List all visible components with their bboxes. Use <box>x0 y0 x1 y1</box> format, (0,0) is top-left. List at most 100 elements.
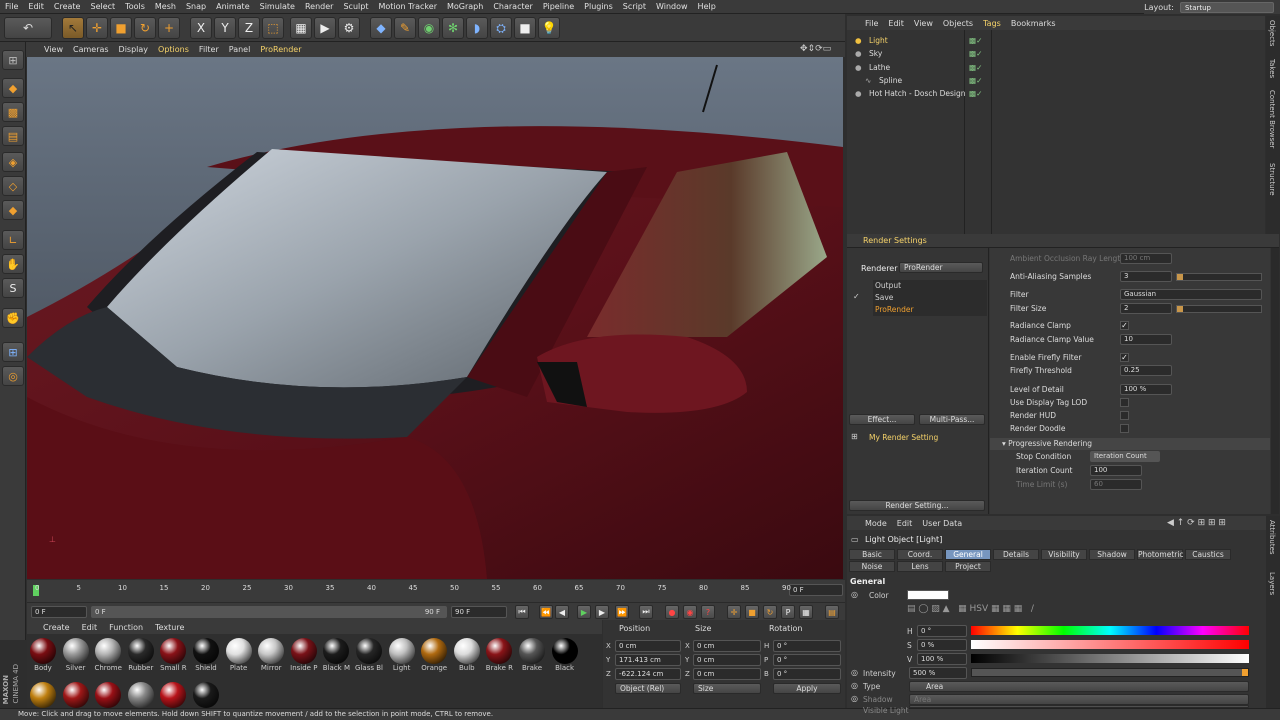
material-swatch[interactable]: Brake R <box>484 638 514 674</box>
s-field[interactable]: 0 % <box>917 639 967 651</box>
frame-range-slider[interactable]: 0 F 90 F <box>91 606 447 618</box>
side-tab-takes[interactable]: Takes <box>1268 59 1276 78</box>
size-mode-dropdown[interactable]: Size <box>693 683 761 694</box>
param-dropdown[interactable]: Gaussian <box>1120 289 1262 300</box>
timeline[interactable]: 0 F 0 5 10 15 20 25 30 35 40 45 50 55 60 65 70 75 80 85 90 <box>27 580 845 602</box>
material-swatch[interactable]: Glass Bl <box>354 638 384 674</box>
layout-selector[interactable]: Layout: Startup <box>1144 0 1280 14</box>
visibility-icon[interactable]: ▩✓ <box>969 89 982 98</box>
next-frame-icon[interactable]: ▶ <box>595 605 609 619</box>
polygons-mode-icon[interactable]: ◆ <box>2 200 24 220</box>
undo-icon[interactable]: ↶ <box>4 17 52 39</box>
deformer-icon[interactable]: ◗ <box>466 17 488 39</box>
material-menu-create[interactable]: Create <box>43 623 70 632</box>
menu-item-motion-tracker[interactable]: Motion Tracker <box>378 2 437 11</box>
timeline-window-icon[interactable]: ▤ <box>825 605 839 619</box>
color-picker-tools-icon[interactable]: ▤ ◯ ▨ ▲ ▦ HSV ▦ ▦ ▦ ∕ <box>907 604 1034 614</box>
tab-basic[interactable]: Basic <box>849 549 895 560</box>
autokey-icon[interactable]: ◉ <box>683 605 697 619</box>
render-region-icon[interactable]: ▦ <box>290 17 312 39</box>
effect-button[interactable]: Effect... <box>849 414 915 425</box>
v-field[interactable]: 100 % <box>917 653 967 665</box>
pos-y-field[interactable]: 171.413 cm <box>615 654 681 666</box>
material-swatch[interactable]: Light <box>387 638 417 674</box>
h-field[interactable]: 0 ° <box>917 625 967 637</box>
pen-icon[interactable]: ✎ <box>394 17 416 39</box>
visible-light-dropdown[interactable]: None <box>909 705 1249 708</box>
intensity-field[interactable]: 500 % <box>909 667 967 679</box>
menu-item-pipeline[interactable]: Pipeline <box>543 2 574 11</box>
rot-h-field[interactable]: 0 ° <box>773 640 841 652</box>
viewport-menu-cameras[interactable]: Cameras <box>73 45 109 54</box>
value-slider[interactable] <box>971 654 1249 663</box>
object-name[interactable]: Hot Hatch - Dosch Design <box>869 89 966 98</box>
attribute-menu-mode[interactable]: Mode <box>865 519 887 528</box>
keyframe-selection-icon[interactable]: ? <box>701 605 715 619</box>
tab-general[interactable]: General <box>945 549 991 560</box>
param-checkbox[interactable]: ✓ <box>1120 321 1129 330</box>
record-icon[interactable]: ● <box>665 605 679 619</box>
array-icon[interactable]: ✻ <box>442 17 464 39</box>
param-field[interactable]: 2 <box>1120 303 1172 314</box>
render-setting-button[interactable]: Render Setting... <box>849 500 985 511</box>
param-checkbox[interactable] <box>1120 398 1129 407</box>
axis-mode-icon[interactable]: ∟ <box>2 230 24 250</box>
object-menu-tags[interactable]: Tags <box>983 19 1001 28</box>
tree-save[interactable]: Save <box>875 293 893 302</box>
viewport-menu-filter[interactable]: Filter <box>199 45 219 54</box>
y-axis-icon[interactable]: Y <box>214 17 236 39</box>
size-z-field[interactable]: 0 cm <box>693 668 761 680</box>
z-axis-icon[interactable]: Z <box>238 17 260 39</box>
material-menu-edit[interactable]: Edit <box>82 623 98 632</box>
viewport-menu-view[interactable]: View <box>44 45 63 54</box>
iteration-count-field[interactable]: 100 <box>1090 465 1142 476</box>
time-limit-field[interactable]: 60 <box>1090 479 1142 490</box>
material-swatch[interactable]: Mirror <box>256 638 286 674</box>
multipass-button[interactable]: Multi-Pass... <box>919 414 985 425</box>
viewport-menu-options[interactable]: Options <box>158 45 189 54</box>
visibility-icon[interactable]: ▩✓ <box>969 49 982 58</box>
object-menu-file[interactable]: File <box>865 19 878 28</box>
intensity-slider[interactable] <box>971 668 1249 677</box>
save-check-icon[interactable]: ✓ <box>853 292 860 301</box>
object-name[interactable]: Sky <box>869 49 882 58</box>
material-swatch[interactable]: Black <box>550 638 580 674</box>
shadow-anim-icon[interactable]: ◎ <box>851 694 858 703</box>
tab-caustics[interactable]: Caustics <box>1185 549 1231 560</box>
light-icon[interactable]: 💡 <box>538 17 560 39</box>
key-scale-icon[interactable]: ■ <box>745 605 759 619</box>
add-icon[interactable]: + <box>158 17 180 39</box>
x-axis-icon[interactable]: X <box>190 17 212 39</box>
previous-frame-icon[interactable]: ◀ <box>555 605 569 619</box>
model-mode-icon[interactable]: ⊞ <box>2 50 24 70</box>
color-anim-icon[interactable]: ◎ <box>851 590 858 599</box>
snap-icon[interactable]: S <box>2 278 24 298</box>
side-tab-content-browser[interactable]: Content Browser <box>1268 90 1276 148</box>
renderer-dropdown[interactable]: ProRender <box>899 262 983 273</box>
viewport-nav-icon[interactable]: ✥⇕⟳▭ <box>800 44 831 54</box>
viewport-menu-display[interactable]: Display <box>119 45 149 54</box>
material-menu-function[interactable]: Function <box>109 623 143 632</box>
attribute-menu-user-data[interactable]: User Data <box>922 519 962 528</box>
menu-item-script[interactable]: Script <box>623 2 646 11</box>
material-swatch[interactable]: Shield <box>191 638 221 674</box>
viewport-menu-prorender[interactable]: ProRender <box>260 45 301 54</box>
start-frame-field[interactable]: 0 F <box>31 606 87 618</box>
size-x-field[interactable]: 0 cm <box>693 640 761 652</box>
tab-project[interactable]: Project <box>945 561 991 572</box>
menu-item-plugins[interactable]: Plugins <box>584 2 613 11</box>
side-tab-attributes[interactable]: Attributes <box>1268 520 1276 555</box>
cube-icon[interactable]: ◆ <box>370 17 392 39</box>
object-menu-edit[interactable]: Edit <box>888 19 904 28</box>
tab-photometric[interactable]: Photometric <box>1137 549 1184 560</box>
tab-details[interactable]: Details <box>993 549 1039 560</box>
tab-visibility[interactable]: Visibility <box>1041 549 1087 560</box>
workplane-icon[interactable]: ▤ <box>2 126 24 146</box>
object-name[interactable]: Lathe <box>869 63 890 72</box>
param-checkbox[interactable] <box>1120 424 1129 433</box>
visibility-icon[interactable]: ▩✓ <box>969 36 982 45</box>
key-pla-icon[interactable]: ▦ <box>799 605 813 619</box>
object-menu-bookmarks[interactable]: Bookmarks <box>1011 19 1056 28</box>
menu-item-file[interactable]: File <box>5 2 18 11</box>
param-field[interactable]: 100 % <box>1120 384 1172 395</box>
